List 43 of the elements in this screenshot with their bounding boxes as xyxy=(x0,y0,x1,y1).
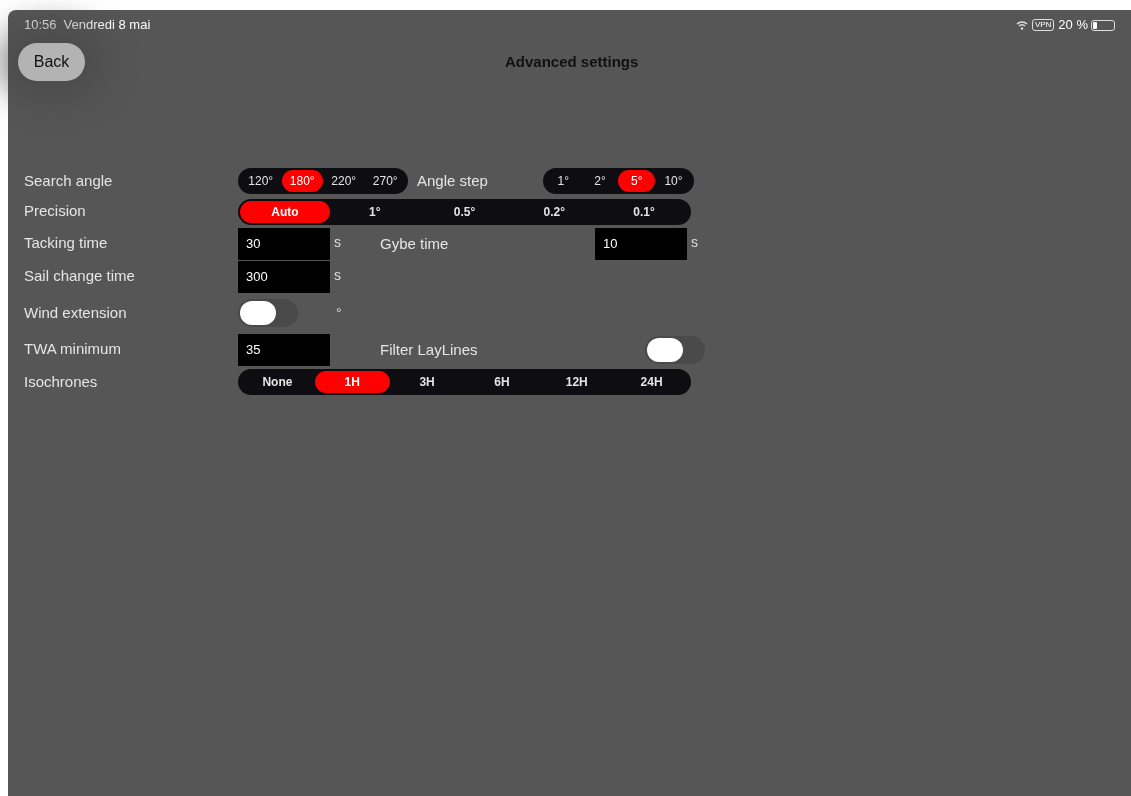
setting-label: Filter LayLines xyxy=(380,340,478,358)
segment-option[interactable]: 220° xyxy=(323,170,365,192)
setting-label: Precision xyxy=(24,201,87,222)
segment-option[interactable]: 1° xyxy=(544,170,582,192)
unit-label: s xyxy=(691,232,698,252)
status-date: Vendredi 8 mai xyxy=(63,16,151,35)
segment-option[interactable]: 24H xyxy=(614,371,689,393)
segment-option[interactable]: 120° xyxy=(240,170,282,192)
segment-option[interactable]: 0.1° xyxy=(599,200,689,223)
setting-label: Sail change time xyxy=(24,266,136,287)
segment-option[interactable]: 5° xyxy=(618,170,656,192)
setting-label: TWA minimum xyxy=(24,339,122,360)
segment-option[interactable]: 1H xyxy=(314,371,390,393)
segment-option[interactable]: 10° xyxy=(655,170,692,192)
back-button[interactable]: Back xyxy=(18,43,85,81)
segment-option[interactable]: 0.2° xyxy=(509,200,600,223)
segment-option[interactable]: 0.5° xyxy=(419,200,510,223)
input-field[interactable]: 30 xyxy=(238,227,330,260)
unit-label: ° xyxy=(336,304,342,323)
input-field[interactable]: 35 xyxy=(238,333,330,366)
input-field[interactable]: 300 xyxy=(238,260,330,293)
unit-label: s xyxy=(334,232,341,252)
battery-percentage: 20 % xyxy=(1058,16,1088,35)
segment-option[interactable]: 1° xyxy=(329,200,420,223)
setting-label: Angle step xyxy=(417,170,488,191)
vpn-badge: VPN xyxy=(1031,19,1055,31)
unit-label: s xyxy=(334,265,341,285)
setting-label: Search angle xyxy=(24,170,114,191)
segment-option[interactable]: 180° xyxy=(281,170,323,192)
page-title: Advanced settings xyxy=(505,51,639,72)
segment-option[interactable]: Auto xyxy=(240,200,330,223)
setting-label: Wind extension xyxy=(24,302,128,323)
segment-option[interactable]: 270° xyxy=(364,170,406,192)
setting-label: Gybe time xyxy=(380,234,449,252)
segment-option[interactable]: 12H xyxy=(539,371,615,393)
segment-option[interactable]: 6H xyxy=(464,371,540,393)
input-field[interactable]: 10 xyxy=(595,227,687,260)
segment-option[interactable]: 2° xyxy=(581,170,619,192)
status-time: 10:56 xyxy=(24,16,57,35)
segment-option[interactable]: None xyxy=(240,371,315,393)
setting-label: Tacking time xyxy=(24,233,109,254)
setting-label: Isochrones xyxy=(24,371,99,392)
segment-option[interactable]: 3H xyxy=(389,371,465,393)
